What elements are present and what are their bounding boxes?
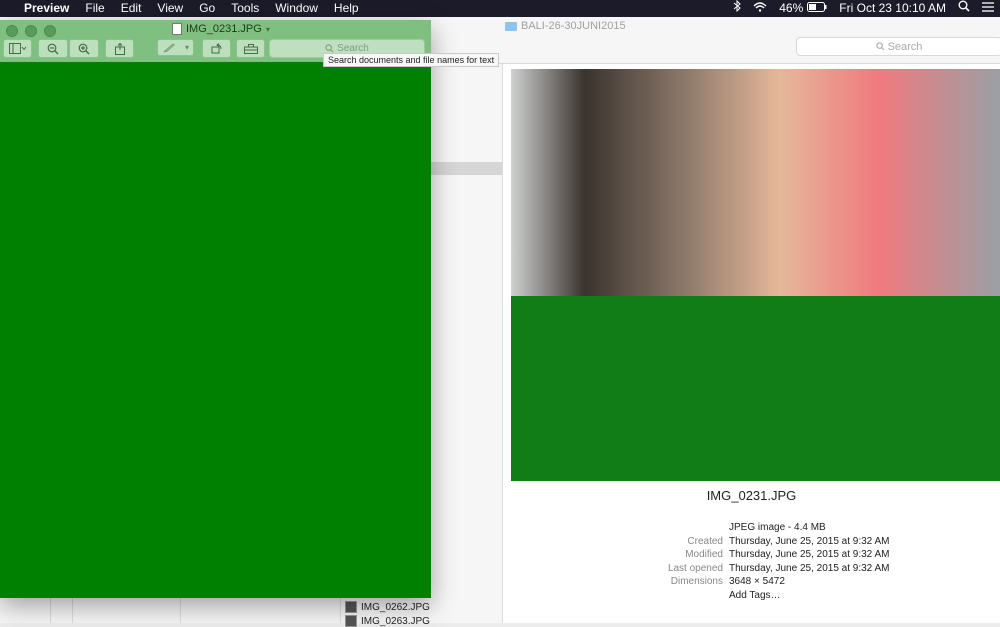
sidebar-icon [8,43,26,54]
menu-tools[interactable]: Tools [223,0,267,17]
rotate-icon [211,43,221,54]
markup-icon [163,42,175,52]
modified-value: Thursday, June 25, 2015 at 9:32 AM [729,549,890,560]
preview-window: IMG_0231.JPG ▾ ▾ Search [0,20,431,598]
list-item[interactable]: IMG_0262.JPG [345,601,430,613]
zoom-button[interactable] [44,25,56,37]
dimensions-value: 3648 × 5472 [729,576,785,587]
selected-file-row[interactable] [431,162,502,175]
preview-pane: IMG_0231.JPG JPEG image - 4.4 MB Created… [503,64,1000,623]
finder-title-text: BALI-26-30JUNI2015 [521,20,626,32]
wifi-icon[interactable] [747,0,773,17]
battery-percent: 46% [779,1,804,15]
battery-icon[interactable] [805,0,833,17]
zoom-in-button[interactable] [69,39,99,58]
zoom-in-icon [78,43,90,54]
chevron-down-icon: ▾ [185,43,190,52]
last-opened-value: Thursday, June 25, 2015 at 9:32 AM [729,562,890,574]
folder-icon [505,21,517,31]
list-item-label: IMG_0263.JPG [361,615,430,627]
notification-center-icon[interactable] [976,0,1000,17]
markup-button[interactable]: ▾ [157,39,194,56]
menu-view[interactable]: View [149,0,191,17]
minimize-button[interactable] [25,25,37,37]
share-button[interactable] [105,39,134,58]
chevron-down-icon: ▾ [265,24,270,34]
created-value: Thursday, June 25, 2015 at 9:32 AM [729,535,890,547]
search-tooltip: Search documents and file names for text [323,53,500,67]
menu-bar: Preview File Edit View Go Tools Window H… [0,0,1000,17]
menu-app-preview[interactable]: Preview [16,0,77,17]
image-file-icon [345,615,357,627]
menubar-clock[interactable]: Fri Oct 23 10:10 AM [833,0,952,17]
photo-thumbnail[interactable] [511,69,1000,481]
modified-label: Modified [685,549,723,560]
menu-help[interactable]: Help [326,0,367,17]
search-icon [875,42,885,51]
list-item[interactable]: IMG_0263.JPG [345,615,430,627]
menu-edit[interactable]: Edit [113,0,150,17]
photo-image-area [511,69,1000,296]
file-kind: JPEG image - 4.4 MB [729,522,826,533]
window-controls [6,25,56,37]
zoom-out-button[interactable] [38,39,68,58]
menu-window[interactable]: Window [267,0,326,17]
created-label: Created [687,535,723,547]
preview-filename: IMG_0231.JPG [706,488,797,503]
spotlight-search-icon[interactable] [952,0,976,17]
toolbox-button[interactable] [236,39,265,58]
window-title-text: IMG_0231.JPG [186,23,262,35]
search-icon [325,44,334,53]
window-title[interactable]: IMG_0231.JPG ▾ [172,23,270,35]
finder-title: BALI-26-30JUNI2015 [505,20,626,32]
add-tags-link[interactable]: Add Tags… [729,589,781,603]
share-icon [114,42,125,55]
document-icon [172,23,182,35]
close-button[interactable] [6,25,18,37]
list-item-label: IMG_0262.JPG [361,601,430,613]
toolbox-icon [243,43,258,54]
bluetooth-icon[interactable] [727,0,747,17]
file-metadata: JPEG image - 4.4 MB Created Thursday, Jun… [503,521,1000,602]
photo-green-area [511,296,1000,481]
last-opened-label: Last opened [667,562,723,574]
image-file-icon [345,601,357,613]
finder-search-input[interactable]: Search [796,37,1000,56]
rotate-button[interactable] [202,39,231,58]
menu-file[interactable]: File [77,0,112,17]
sidebar-button[interactable] [3,39,32,58]
dimensions-label: Dimensions [670,576,723,587]
menu-go[interactable]: Go [191,0,223,17]
finder-search-placeholder: Search [887,40,923,53]
zoom-out-icon [47,43,59,54]
